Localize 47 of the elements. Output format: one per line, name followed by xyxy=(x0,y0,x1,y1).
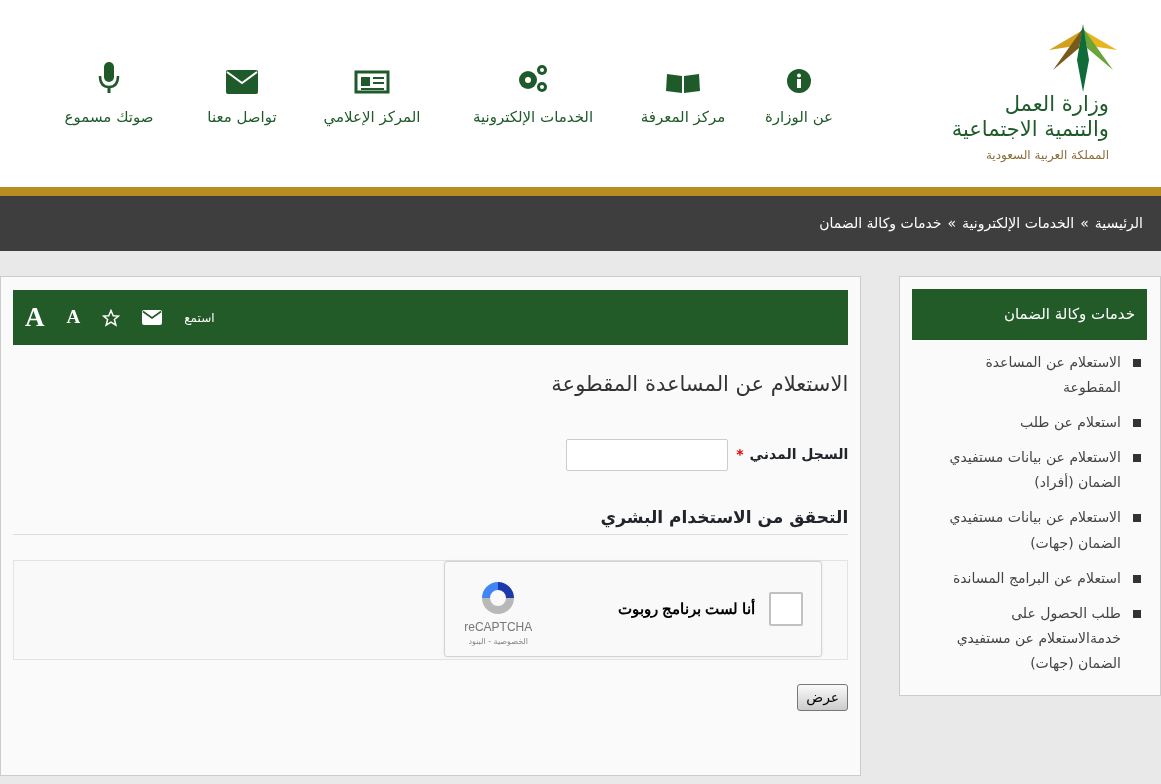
envelope-icon xyxy=(226,70,258,94)
country-name: المملكة العربية السعودية xyxy=(985,147,1109,165)
breadcrumb-separator: » xyxy=(1080,214,1089,233)
submit-button[interactable]: عرض xyxy=(797,684,849,711)
required-mark: * xyxy=(736,445,744,464)
nav-link[interactable]: صوتك مسموع xyxy=(29,62,189,129)
info-icon xyxy=(786,68,812,94)
sidebar-title: خدمات وكالة الضمان xyxy=(912,289,1147,340)
font-increase-button[interactable]: A xyxy=(25,297,45,338)
sidebar-link[interactable]: الاستعلام عن بيانات مستفيدي الضمان (جهات) xyxy=(942,505,1121,556)
captcha-label: أنا لست برنامج روبوت xyxy=(617,597,756,620)
newspaper-icon xyxy=(354,70,390,94)
civil-id-field[interactable] xyxy=(566,438,729,471)
nav-link[interactable]: المركز الإعلامي xyxy=(295,62,449,129)
bullet-icon xyxy=(1133,358,1141,367)
breadcrumb-link[interactable]: الرئيسية xyxy=(1094,213,1143,234)
ministry-name: وزارة العمل xyxy=(1004,92,1109,118)
nav-link[interactable]: الخدمات الإلكترونية xyxy=(449,62,617,129)
nav-link[interactable]: مركز المعرفة xyxy=(617,62,749,129)
bullet-icon xyxy=(1133,610,1141,618)
star-icon[interactable] xyxy=(102,308,121,327)
recaptcha-brand: reCAPTCHA xyxy=(464,619,533,636)
bullet-icon xyxy=(1133,574,1141,583)
bullet-icon xyxy=(1133,514,1141,523)
ministry-name: والتنمية الاجتماعية xyxy=(951,117,1109,143)
sidebar-link[interactable]: طلب الحصول على خدمةالاستعلام عن مستفيدي الضمان (جهات) xyxy=(942,601,1121,677)
sidebar-link[interactable]: الاستعلام عن المساعدة المقطوعة xyxy=(942,349,1121,400)
font-decrease-button[interactable]: A xyxy=(66,303,81,332)
page-title: الاستعلام عن المساعدة المقطوعة xyxy=(550,371,849,398)
captcha-checkbox[interactable] xyxy=(769,592,804,626)
sidebar-link[interactable]: الاستعلام عن بيانات مستفيدي الضمان (أفراد) xyxy=(942,445,1121,496)
envelope-icon[interactable] xyxy=(142,310,163,325)
breadcrumb-separator: » xyxy=(947,214,957,233)
breadcrumb-link[interactable]: الخدمات الإلكترونية xyxy=(962,213,1075,234)
privacy-terms-link[interactable]: الخصوصية - البنود xyxy=(468,636,528,648)
bullet-icon xyxy=(1133,454,1141,463)
listen-link[interactable]: استمع xyxy=(184,308,215,327)
field-label: السجل المدني xyxy=(749,445,849,464)
nav-link[interactable]: عن الوزارة xyxy=(749,62,849,129)
sidebar-link[interactable]: استعلام عن البرامج المساندة xyxy=(952,565,1121,591)
nav-link[interactable]: تواصل معنا xyxy=(189,62,295,129)
breadcrumb-link[interactable]: خدمات وكالة الضمان xyxy=(819,213,942,234)
section-heading: التحقق من الاستخدام البشري xyxy=(13,504,849,535)
sidebar-link[interactable]: استعلام عن طلب xyxy=(1019,409,1121,436)
microphone-icon xyxy=(98,62,120,94)
bullet-icon xyxy=(1133,418,1141,427)
gears-icon xyxy=(516,62,550,94)
